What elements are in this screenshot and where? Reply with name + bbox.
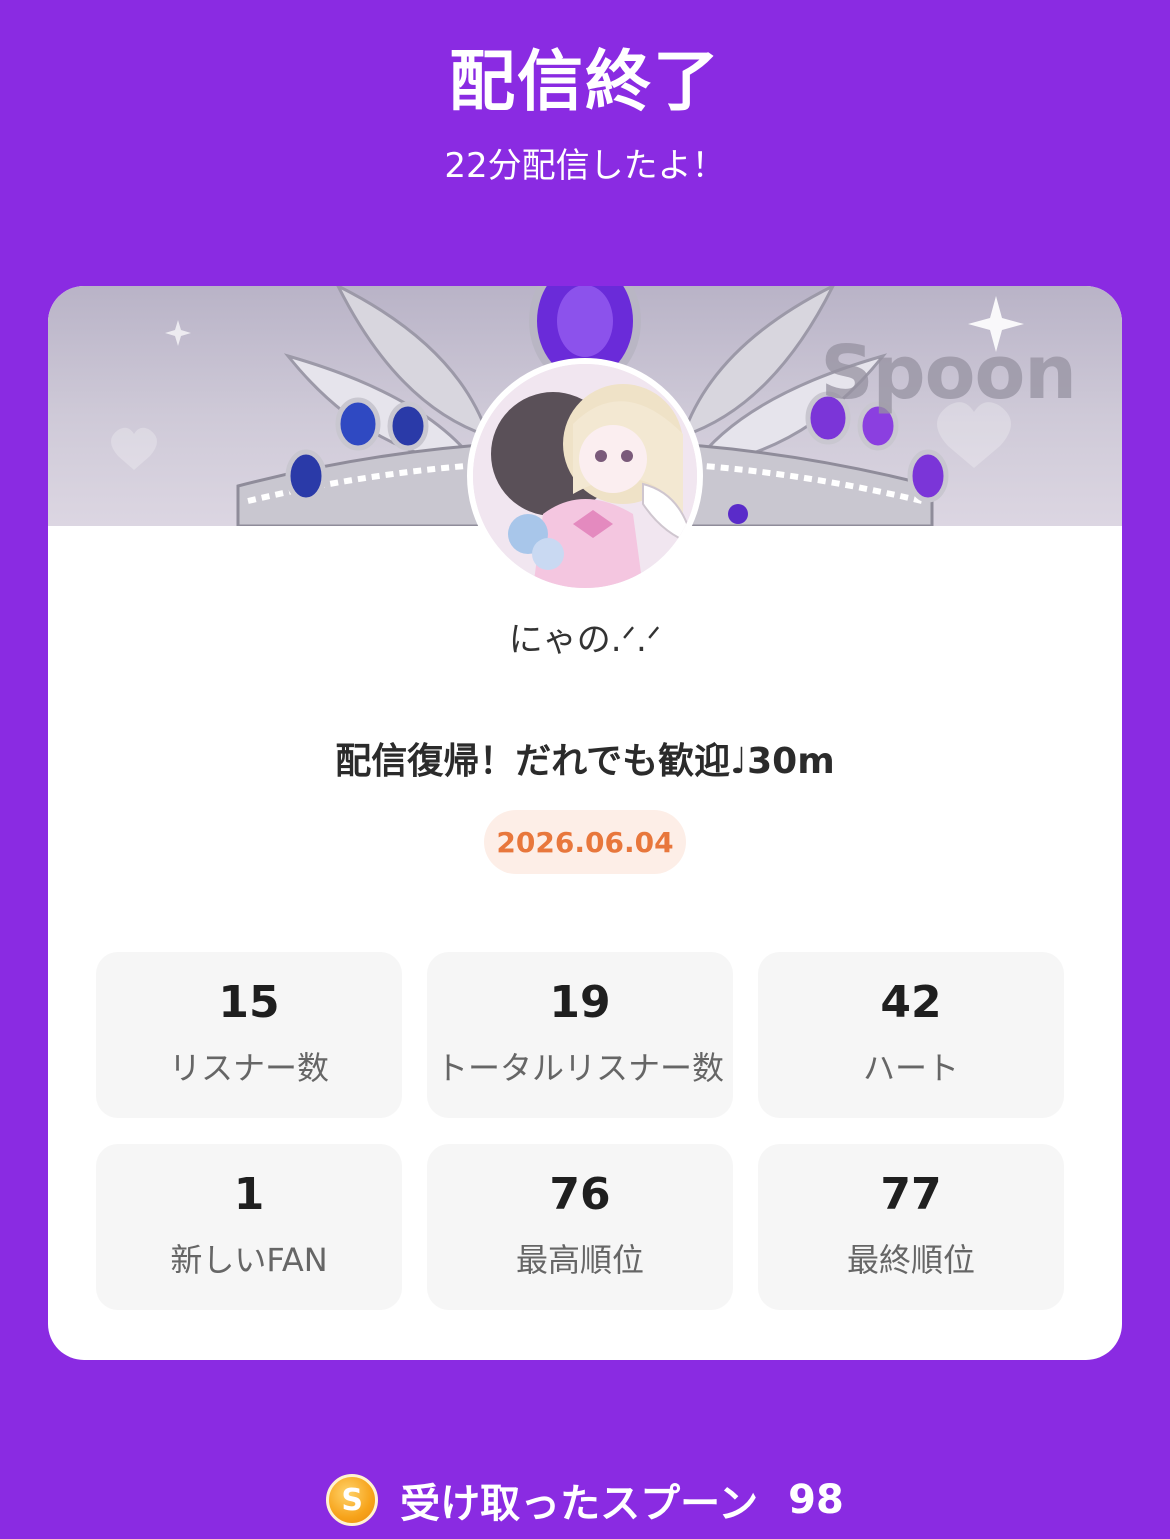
stream-summary-card: Spoon にゃの.ᐟ.ᐟ 配信復帰！だれでも歓迎♩30m 2026.06.04 [48,286,1122,1360]
received-spoons-count: 98 [788,1477,844,1523]
stream-duration-text: 22分配信したよ！ [444,146,726,186]
stat-final-rank: 77 最終順位 [758,1144,1064,1310]
stat-new-fans: 1 新しいFAN [96,1144,402,1310]
stat-value: 1 [233,1169,265,1220]
stat-hearts: 42 ハート [758,952,1064,1118]
stat-value: 15 [218,977,280,1028]
stat-value: 19 [549,977,611,1028]
stats-grid: 15 リスナー数 19 トータルリスナー数 42 ハート 1 新しいFAN 76… [96,952,1064,1310]
avatar-illustration [473,364,697,588]
stream-end-screen: 配信終了 22分配信したよ！ Spoon にゃの.ᐟ.ᐟ 配信復帰！だれでも歓迎… [0,0,1170,1539]
stat-label: 最終順位 [846,1241,975,1279]
stat-listeners: 15 リスナー数 [96,952,402,1118]
stat-label: ハート [862,1049,959,1087]
received-spoons-label: 受け取ったスプーン [400,1481,759,1527]
date-badge: 2026.06.04 [484,810,686,874]
stat-label: リスナー数 [168,1049,329,1087]
received-spoons: S 受け取ったスプーン 98 [0,1470,1170,1530]
stat-highest-rank: 76 最高順位 [427,1144,733,1310]
page-title: 配信終了 [449,43,721,120]
stat-label: 最高順位 [515,1241,644,1279]
live-title: 配信復帰！だれでも歓迎♩30m [335,741,835,782]
stat-total-listeners: 19 トータルリスナー数 [427,952,733,1118]
stat-label: 新しいFAN [170,1241,328,1279]
spoon-watermark: Spoon [820,330,1077,416]
stat-value: 42 [880,977,942,1028]
stat-label: トータルリスナー数 [435,1049,724,1087]
spoon-coin-icon: S [326,1474,379,1526]
username: にゃの.ᐟ.ᐟ [508,620,662,660]
stat-value: 76 [549,1169,611,1220]
stat-value: 77 [880,1169,942,1220]
user-avatar[interactable] [467,358,703,594]
